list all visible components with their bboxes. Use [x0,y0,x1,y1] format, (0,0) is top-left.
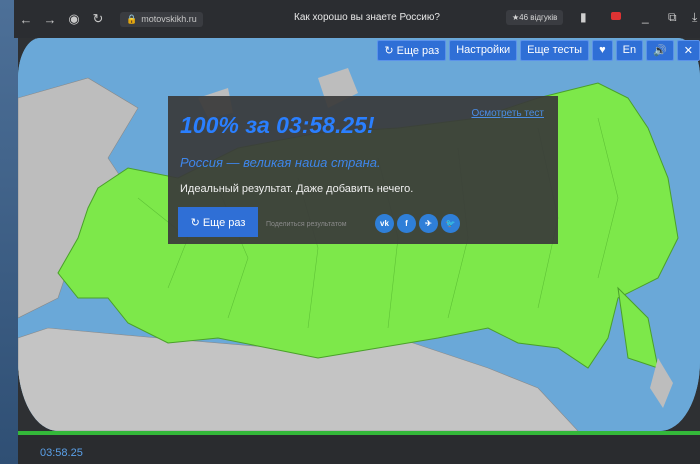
review-test-link[interactable]: Осмотреть тест [471,108,544,119]
telegram-icon[interactable]: ✈ [419,214,438,233]
again-button[interactable]: ↻ Еще раз [377,40,447,61]
sound-icon[interactable]: 🔊 [646,40,674,61]
language-button[interactable]: En [615,40,644,61]
quiz-stage: ↻ Еще раз Настройки Еще тесты ♥ En 🔊 ✕ 1… [18,38,700,431]
browser-toolbar: ← → ◉ ↻ 🔒 motovskikh.ru Как хорошо вы зн… [14,0,700,38]
back-arrow-icon[interactable]: ← [14,12,38,27]
result-subtitle: Россия — великая наша страна. [180,155,381,170]
status-bar: 03:58.25 [18,435,700,464]
twitter-icon[interactable]: 🐦 [441,214,460,233]
quiz-toolbar: ↻ Еще раз Настройки Еще тесты ♥ En 🔊 ✕ [377,40,700,61]
address-bar[interactable]: 🔒 motovskikh.ru [120,11,203,27]
close-icon[interactable]: ✕ [676,40,700,61]
forward-arrow-icon[interactable]: → [38,12,62,27]
vk-icon[interactable]: vk [375,214,394,233]
url-text: motovskikh.ru [141,14,197,24]
lock-icon: 🔒 [126,13,138,24]
youtube-icon[interactable] [611,12,621,20]
share-label: Поделиться результатом [266,221,347,228]
result-panel: 100% за 03:58.25! Осмотреть тест Россия … [168,96,558,244]
bookmark-icon[interactable]: ▮ [580,10,587,24]
minimize-icon[interactable]: _ [642,10,649,24]
download-icon[interactable]: ⤓ [692,10,697,25]
more-tests-button[interactable]: Еще тесты [520,40,590,61]
result-message: Идеальный результат. Даже добавить нечег… [180,183,414,195]
reviews-badge[interactable]: ★46 відгуків [506,10,564,25]
shield-icon[interactable]: ◉ [62,11,86,27]
timer: 03:58.25 [40,447,83,459]
extensions-icon[interactable]: ⧉ [668,10,677,25]
facebook-icon[interactable]: f [397,214,416,233]
result-again-button[interactable]: ↻ Еще раз [178,207,258,237]
heart-icon[interactable]: ♥ [592,40,613,61]
reload-icon[interactable]: ↻ [86,11,110,27]
page-title: Как хорошо вы знаете Россию? [294,12,440,23]
settings-button[interactable]: Настройки [449,40,518,61]
score-heading: 100% за 03:58.25! [180,112,375,138]
